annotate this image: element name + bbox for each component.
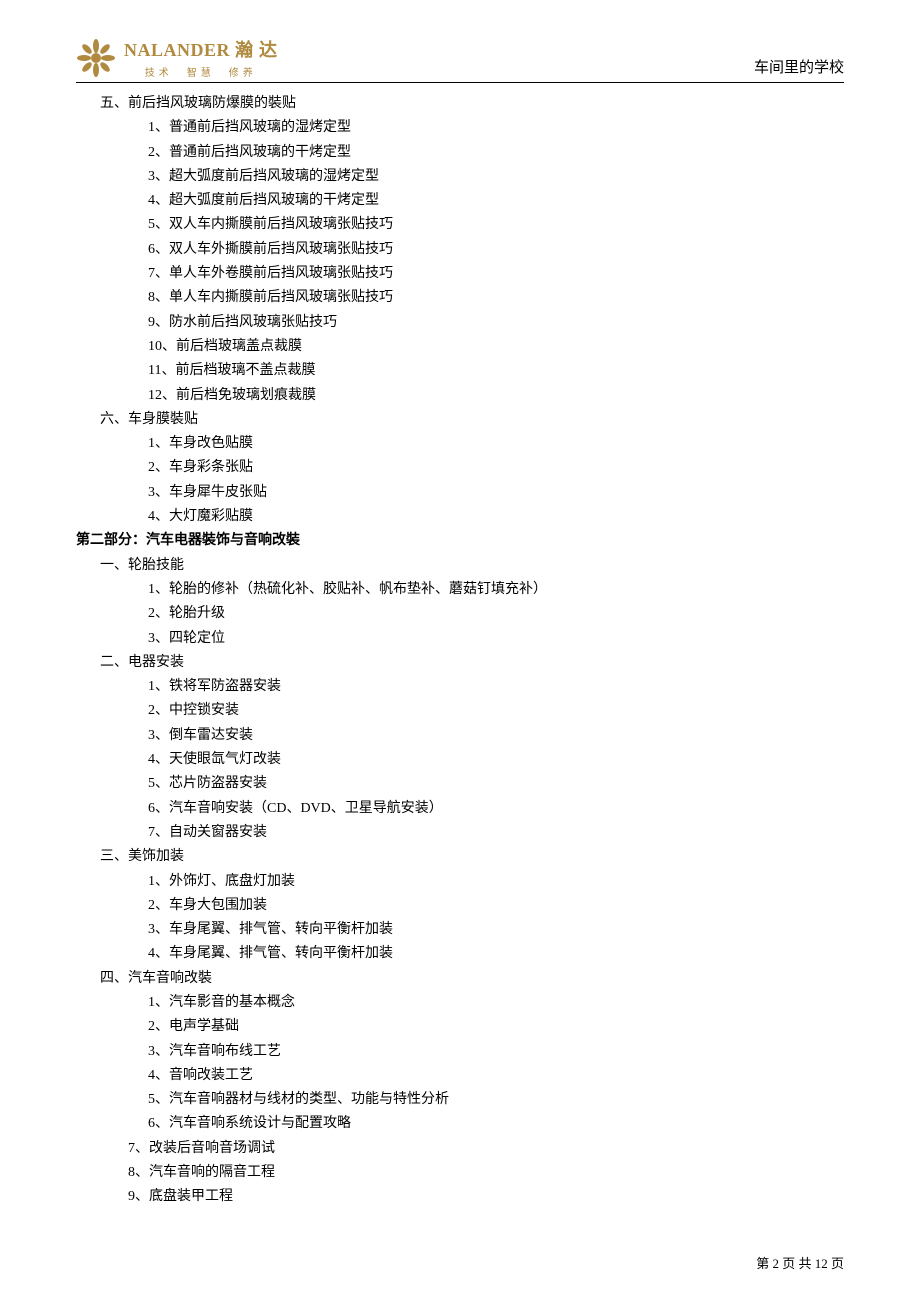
section-p2-3-title: 三、美饰加装 xyxy=(76,845,844,869)
logo-text: NALANDER 瀚 达 技术 智慧 修养 xyxy=(124,36,278,79)
list-item: 3、超大弧度前后挡风玻璃的湿烤定型 xyxy=(76,165,844,189)
list-item: 3、汽车音响布线工艺 xyxy=(76,1040,844,1064)
list-item: 2、中控锁安装 xyxy=(76,699,844,723)
page-footer: 第 2 页 共 12 页 xyxy=(756,1253,844,1272)
logo-block: NALANDER 瀚 达 技术 智慧 修养 xyxy=(76,36,278,79)
list-item: 1、轮胎的修补（热硫化补、胶贴补、帆布垫补、蘑菇钉填充补） xyxy=(76,578,844,602)
section-p2-4-title: 四、汽车音响改裝 xyxy=(76,967,844,991)
list-item: 11、前后档玻璃不盖点裁膜 xyxy=(76,359,844,383)
list-item: 3、四轮定位 xyxy=(76,627,844,651)
section-p2-1-title: 一、轮胎技能 xyxy=(76,554,844,578)
list-item: 6、双人车外撕膜前后挡风玻璃张贴技巧 xyxy=(76,238,844,262)
page-header: NALANDER 瀚 达 技术 智慧 修养 车间里的学校 xyxy=(0,36,920,79)
list-item: 2、电声学基础 xyxy=(76,1015,844,1039)
list-item: 3、倒车雷达安装 xyxy=(76,724,844,748)
list-item: 2、轮胎升级 xyxy=(76,602,844,626)
list-item: 6、汽车音响系统设计与配置攻略 xyxy=(76,1112,844,1136)
brand-en: NALANDER xyxy=(124,40,230,60)
list-item: 7、单人车外卷膜前后挡风玻璃张贴技巧 xyxy=(76,262,844,286)
list-item: 1、车身改色贴膜 xyxy=(76,432,844,456)
list-item: 4、大灯魔彩贴膜 xyxy=(76,505,844,529)
list-item: 3、车身尾翼、排气管、转向平衡杆加装 xyxy=(76,918,844,942)
list-item: 8、单人车内撕膜前后挡风玻璃张贴技巧 xyxy=(76,286,844,310)
list-item: 12、前后档免玻璃划痕裁膜 xyxy=(76,384,844,408)
list-item: 5、双人车内撕膜前后挡风玻璃张贴技巧 xyxy=(76,213,844,237)
list-item: 1、铁将军防盗器安装 xyxy=(76,675,844,699)
list-item: 10、前后档玻璃盖点裁膜 xyxy=(76,335,844,359)
list-item: 2、普通前后挡风玻璃的干烤定型 xyxy=(76,141,844,165)
header-rule xyxy=(76,82,844,83)
list-item: 6、汽车音响安装（CD、DVD、卫星导航安装） xyxy=(76,797,844,821)
list-item: 4、音响改装工艺 xyxy=(76,1064,844,1088)
list-item: 5、芯片防盗器安装 xyxy=(76,772,844,796)
brand-cn: 瀚 达 xyxy=(235,40,278,60)
list-item: 7、改装后音响音场调试 xyxy=(76,1137,844,1161)
list-item: 5、汽车音响器材与线材的类型、功能与特性分析 xyxy=(76,1088,844,1112)
brand-tagline: 技术 智慧 修养 xyxy=(124,64,278,79)
list-item: 1、汽车影音的基本概念 xyxy=(76,991,844,1015)
list-item: 1、普通前后挡风玻璃的湿烤定型 xyxy=(76,116,844,140)
list-item: 4、超大弧度前后挡风玻璃的干烤定型 xyxy=(76,189,844,213)
document-body: 五、前后挡风玻璃防爆膜的裝贴 1、普通前后挡风玻璃的湿烤定型 2、普通前后挡风玻… xyxy=(76,92,844,1210)
section-6-title: 六、车身膜裝贴 xyxy=(76,408,844,432)
list-item: 3、车身犀牛皮张贴 xyxy=(76,481,844,505)
brand-line: NALANDER 瀚 达 xyxy=(124,36,278,62)
list-item: 8、汽车音响的隔音工程 xyxy=(76,1161,844,1185)
list-item: 7、自动关窗器安装 xyxy=(76,821,844,845)
list-item: 2、车身大包围加装 xyxy=(76,894,844,918)
list-item: 4、天使眼氙气灯改装 xyxy=(76,748,844,772)
section-p2-2-title: 二、电器安装 xyxy=(76,651,844,675)
list-item: 4、车身尾翼、排气管、转向平衡杆加装 xyxy=(76,942,844,966)
section-5-title: 五、前后挡风玻璃防爆膜的裝贴 xyxy=(76,92,844,116)
list-item: 9、底盘装甲工程 xyxy=(76,1185,844,1209)
header-right-text: 车间里的学校 xyxy=(754,56,844,79)
list-item: 1、外饰灯、底盘灯加装 xyxy=(76,870,844,894)
part-2-heading: 第二部分：汽车电器裝饰与音响改裝 xyxy=(76,529,844,553)
list-item: 9、防水前后挡风玻璃张贴技巧 xyxy=(76,311,844,335)
list-item: 2、车身彩条张贴 xyxy=(76,456,844,480)
lotus-logo-icon xyxy=(76,38,116,78)
